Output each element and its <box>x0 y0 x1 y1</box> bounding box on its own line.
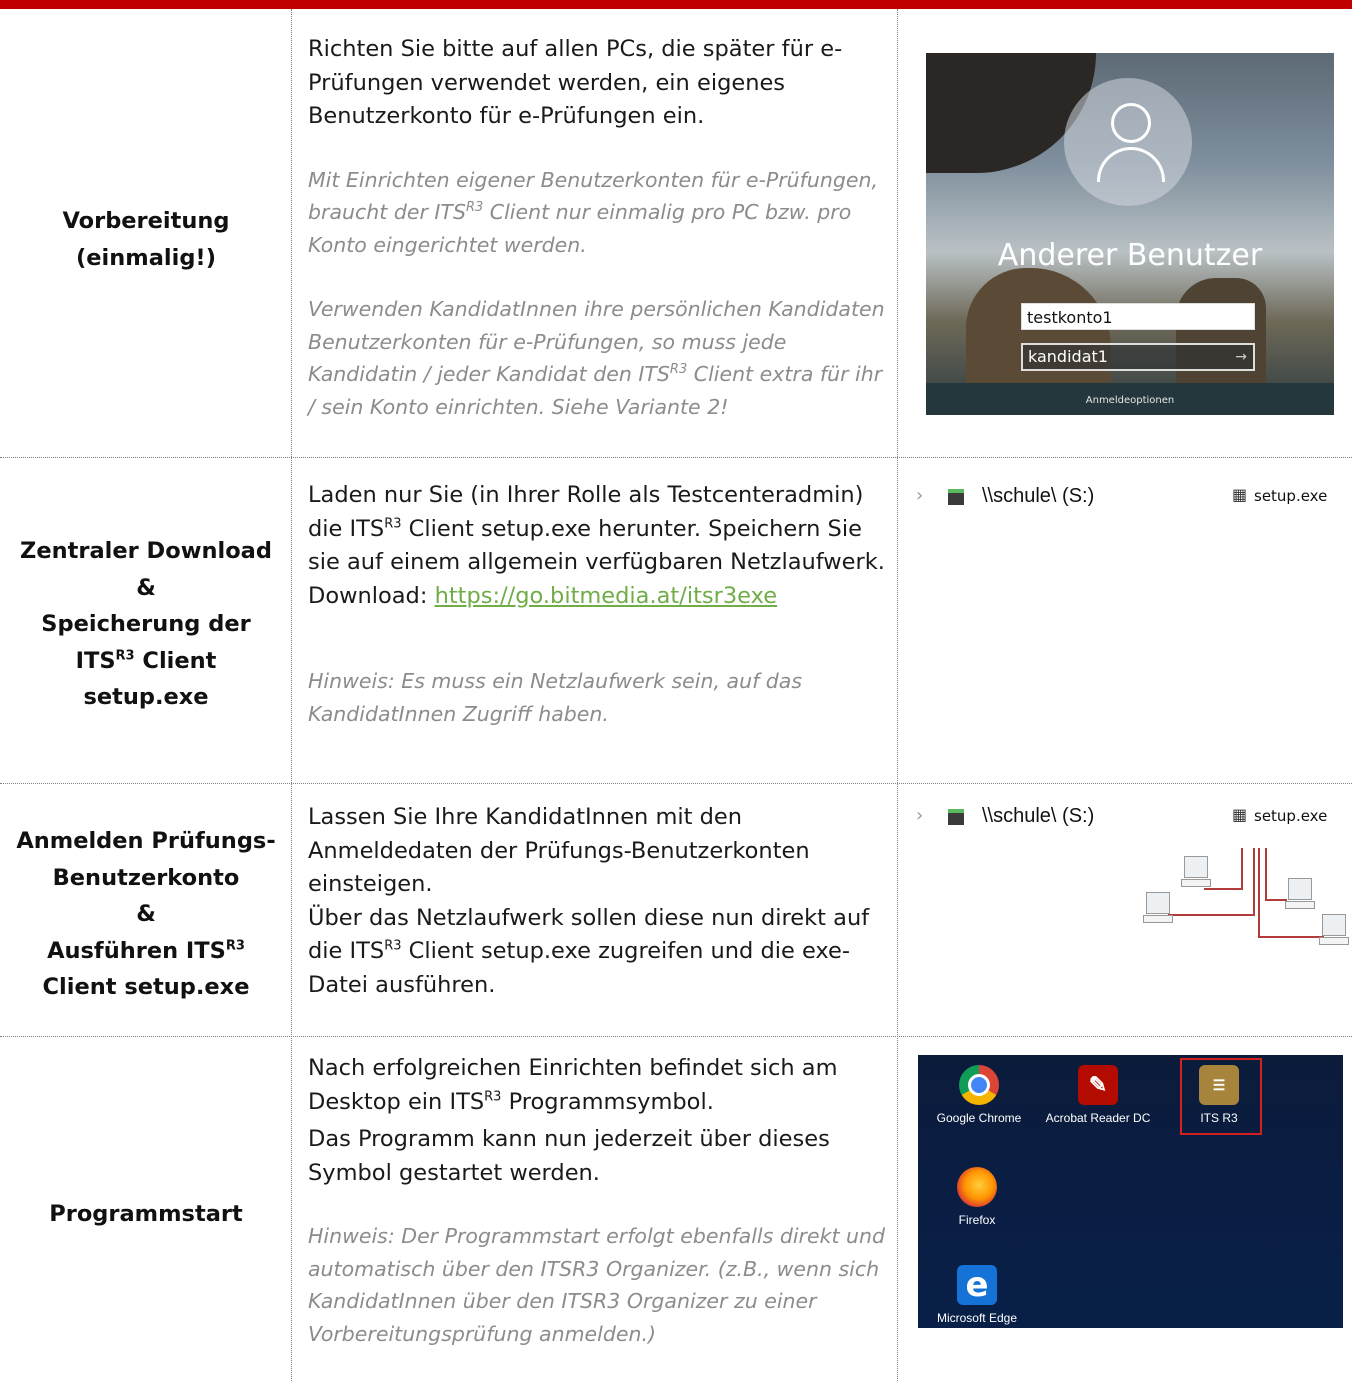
login-user-title: Anderer Benutzer <box>997 238 1263 273</box>
label-line: Speicherung der <box>41 611 251 637</box>
label-line: Ausführen ITSR3 <box>47 937 245 964</box>
desktop-shortcut-label: ITS R3 <box>1200 1111 1238 1125</box>
username-field[interactable]: testkonto1 <box>1021 303 1255 330</box>
label-line: (einmalig!) <box>76 244 216 271</box>
network-drive-label[interactable]: \\schule\ (S:) <box>982 805 1094 828</box>
row-label-anmelden: Anmelden Prüfungs- Benutzerkonto & Ausfü… <box>0 823 292 1006</box>
setup-file-icon: ▦ <box>1232 485 1248 504</box>
computer-icon <box>1143 892 1173 923</box>
windows-login-screenshot: Anderer Benutzer testkonto1 kandidat1 → … <box>926 53 1334 415</box>
row-divider-2 <box>0 783 1352 784</box>
explorer-row: › \\schule\ (S:) ▦ setup.exe <box>916 803 1346 833</box>
label-line: Vorbereitung <box>62 208 230 234</box>
network-diagram <box>1138 848 1352 948</box>
network-wire <box>1258 936 1324 938</box>
download-link[interactable]: https://go.bitmedia.at/itsr3exe <box>435 583 778 609</box>
instruction-text: Lassen Sie Ihre KandidatInnen mit den An… <box>308 804 810 897</box>
label-line: & <box>136 574 156 601</box>
firefox-icon <box>957 1167 997 1207</box>
hint-text: Mit Einrichten eigener Benutzerkonten fü… <box>308 167 878 257</box>
instruction-text: Nach erfolgreichen Einrichten befindet s… <box>308 1055 838 1115</box>
row3-content: Lassen Sie Ihre KandidatInnen mit den An… <box>308 801 886 1002</box>
desktop-shortcut-its-r3[interactable]: ☰ ITS R3 <box>1164 1065 1274 1125</box>
chevron-right-icon[interactable]: › <box>916 485 923 506</box>
computer-icon <box>1285 878 1315 909</box>
row2-content: Laden nur Sie (in Ihrer Rolle als Testce… <box>308 479 886 730</box>
desktop-shortcut-label: Acrobat Reader DC <box>1045 1111 1151 1125</box>
network-drive-icon <box>948 489 964 505</box>
acrobat-icon: ✎ <box>1078 1065 1118 1105</box>
top-accent-bar <box>0 0 1352 9</box>
desktop-shortcut-label: Firefox <box>958 1213 996 1227</box>
network-wire <box>1265 899 1287 901</box>
chevron-right-icon[interactable]: › <box>916 805 923 826</box>
instruction-text: Laden nur Sie (in Ihrer Rolle als Testce… <box>308 482 885 575</box>
setup-file-icon: ▦ <box>1232 805 1248 824</box>
network-wire <box>1265 848 1267 901</box>
hint-text: Hinweis: Es muss ein Netzlaufwerk sein, … <box>308 669 803 726</box>
row4-content: Nach erfolgreichen Einrichten befindet s… <box>308 1052 886 1350</box>
row-divider-3 <box>0 1036 1352 1037</box>
instruction-text: Das Programm kann nun jederzeit über die… <box>308 1126 830 1186</box>
user-head-icon <box>1111 103 1151 143</box>
desktop-shortcut-edge[interactable]: e Microsoft Edge <box>922 1265 1032 1325</box>
chrome-icon <box>959 1065 999 1105</box>
its-r3-icon: ☰ <box>1199 1065 1239 1105</box>
network-wire <box>1204 888 1243 890</box>
row-label-programmstart: Programmstart <box>49 1201 243 1227</box>
download-line: Download: https://go.bitmedia.at/itsr3ex… <box>308 582 778 609</box>
network-wire <box>1258 848 1260 938</box>
instruction-text: Über das Netzlaufwerk sollen diese nun d… <box>308 904 870 998</box>
explorer-row: › \\schule\ (S:) ▦ setup.exe <box>916 483 1346 513</box>
windows-desktop-screenshot: Google Chrome ✎ Acrobat Reader DC ☰ ITS … <box>918 1055 1343 1328</box>
row-label-vorbereitung: Vorbereitung (einmalig!) <box>0 203 292 276</box>
hint-text: Verwenden KandidatInnen ihre persönliche… <box>308 297 885 419</box>
sign-in-options-link[interactable]: Anmeldeoptionen <box>926 395 1334 406</box>
password-field[interactable]: kandidat1 → <box>1021 343 1255 371</box>
row1-content: Richten Sie bitte auf allen PCs, die spä… <box>308 33 886 423</box>
submit-arrow-icon[interactable]: → <box>1235 345 1247 369</box>
label-line: & <box>136 901 156 927</box>
desktop-shortcut-firefox[interactable]: Firefox <box>922 1167 1032 1227</box>
label-line: setup.exe <box>83 684 209 710</box>
desktop-shortcut-acrobat[interactable]: ✎ Acrobat Reader DC <box>1043 1065 1153 1125</box>
desktop-shortcut-label: Microsoft Edge <box>936 1311 1018 1325</box>
edge-icon: e <box>957 1265 997 1305</box>
label-line: ITSR3 Client <box>75 647 217 674</box>
network-wire <box>1253 848 1255 916</box>
network-drive-label[interactable]: \\schule\ (S:) <box>982 485 1094 508</box>
network-drive-icon <box>948 809 964 825</box>
hint-text: Hinweis: Der Programmstart erfolgt ebenf… <box>308 1224 885 1346</box>
label-line: Anmelden Prüfungs- <box>16 828 276 854</box>
desktop-shortcut-label: Google Chrome <box>936 1111 1022 1125</box>
label-line: Benutzerkonto <box>52 864 240 891</box>
instruction-text: Richten Sie bitte auf allen PCs, die spä… <box>308 36 843 129</box>
row-divider-1 <box>0 457 1352 458</box>
computer-icon <box>1181 856 1211 887</box>
desktop-shortcut-chrome[interactable]: Google Chrome <box>924 1065 1034 1125</box>
setup-file-name[interactable]: setup.exe <box>1254 487 1327 505</box>
network-wire <box>1241 848 1243 890</box>
column-divider-right <box>897 9 898 1381</box>
row-label-download: Zentraler Download & Speicherung der ITS… <box>0 533 292 716</box>
label-line: Zentraler Download <box>20 538 272 564</box>
label-line: Client setup.exe <box>42 974 250 1000</box>
network-wire <box>1168 914 1255 916</box>
setup-file-name[interactable]: setup.exe <box>1254 807 1327 825</box>
computer-icon <box>1319 914 1349 945</box>
